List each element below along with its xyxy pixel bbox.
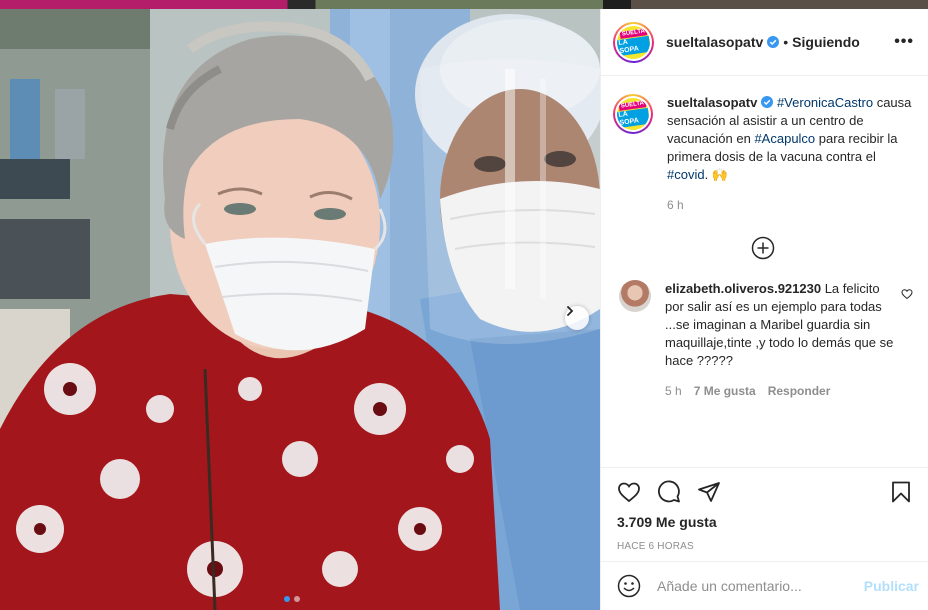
chevron-right-icon: [567, 306, 574, 316]
header-username[interactable]: sueltalasopatv: [666, 34, 763, 50]
logo: SUELTA LA SOPA: [617, 25, 650, 59]
likes-count[interactable]: 3.709 Me gusta: [617, 514, 913, 530]
comment-likes[interactable]: 7 Me gusta: [694, 382, 756, 400]
more-icon[interactable]: •••: [894, 34, 914, 50]
comments-section[interactable]: SUELTA LA SOPA sueltalasopatv #VeronicaC…: [601, 76, 928, 467]
following-button[interactable]: Siguiendo: [792, 34, 860, 50]
post-photo[interactable]: [0, 9, 600, 610]
verified-icon: [767, 36, 780, 48]
heart-icon[interactable]: [617, 480, 641, 504]
hashtag-link[interactable]: #VeronicaCastro: [777, 95, 873, 110]
comment-time[interactable]: 5 h: [665, 382, 682, 400]
post-actions: 3.709 Me gusta HACE 6 HORAS: [601, 467, 928, 552]
caption-time[interactable]: 6 h: [667, 196, 913, 214]
caption-avatar[interactable]: SUELTA LA SOPA: [613, 94, 653, 134]
carousel-indicator: [284, 596, 300, 602]
comment-item: elizabeth.oliveros.921230 La felicito po…: [613, 280, 913, 400]
emoji-icon[interactable]: [617, 574, 641, 598]
caption-text: sueltalasopatv #VeronicaCastro causa sen…: [667, 95, 912, 182]
carousel-dot-active: [284, 596, 290, 602]
share-icon[interactable]: [697, 480, 721, 504]
hashtag-link[interactable]: #Acapulco: [754, 131, 815, 146]
caption-username[interactable]: sueltalasopatv: [667, 95, 757, 110]
hashtag-link[interactable]: #covid: [667, 167, 705, 182]
post-time-ago[interactable]: HACE 6 HORAS: [617, 541, 913, 552]
comment-username[interactable]: elizabeth.oliveros.921230: [665, 281, 821, 296]
publish-button[interactable]: Publicar: [864, 578, 919, 594]
photo-illustration: [0, 9, 600, 610]
comment-text: elizabeth.oliveros.921230 La felicito po…: [665, 281, 894, 368]
comment-input[interactable]: [657, 578, 857, 594]
verified-icon: [761, 96, 774, 108]
add-circle-icon[interactable]: [751, 236, 775, 260]
heart-icon[interactable]: [901, 288, 913, 300]
raising-hands-emoji: 🙌: [711, 167, 728, 182]
post-details-panel: SUELTA LA SOPA sueltalasopatv • Siguiend…: [600, 9, 928, 610]
background-page-strip: [0, 0, 928, 9]
add-comment-bar: Publicar: [601, 561, 928, 610]
post-header: SUELTA LA SOPA sueltalasopatv • Siguiend…: [601, 9, 928, 76]
post-caption: SUELTA LA SOPA sueltalasopatv #VeronicaC…: [613, 94, 913, 214]
bookmark-icon[interactable]: [889, 480, 913, 504]
logo: SUELTA LA SOPA: [617, 98, 649, 130]
next-photo-button[interactable]: [565, 306, 589, 330]
action-icons: [617, 472, 913, 512]
comment-meta: 5 h 7 Me gusta Responder: [665, 382, 895, 400]
carousel-dot: [294, 596, 300, 602]
avatar[interactable]: SUELTA LA SOPA: [613, 21, 654, 63]
header-bullet: •: [783, 34, 789, 50]
commenter-avatar[interactable]: [619, 280, 651, 312]
reply-button[interactable]: Responder: [768, 382, 831, 400]
comment-icon[interactable]: [657, 480, 681, 504]
